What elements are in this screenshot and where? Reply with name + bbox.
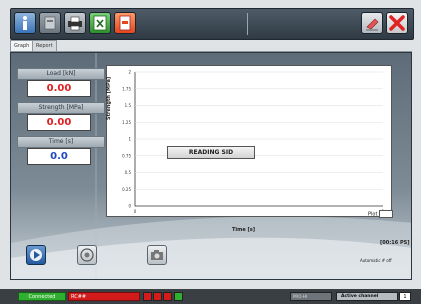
eraser-icon bbox=[366, 18, 379, 31]
info-icon bbox=[23, 16, 27, 30]
zero-button[interactable] bbox=[77, 245, 97, 265]
alert-message: RC## bbox=[68, 292, 140, 301]
stop-icon bbox=[153, 292, 162, 301]
start-test-button[interactable] bbox=[26, 245, 46, 265]
time-value: 0.0 bbox=[27, 148, 91, 165]
plot-label: Plot bbox=[368, 211, 378, 218]
chart-plot-area: 21.751.51.2510.750.50.25001 bbox=[122, 70, 385, 215]
snapshot-button[interactable] bbox=[147, 245, 167, 265]
connection-status: Connected bbox=[18, 292, 66, 301]
camera-icon bbox=[151, 250, 163, 260]
application-window: Graph Report Load [kN] 0.00 Strength [MP… bbox=[0, 0, 421, 304]
y-tick-label: 0.5 bbox=[125, 170, 132, 175]
readout-panel: Load [kN] 0.00 Strength [MPa] 0.00 Time … bbox=[17, 63, 105, 239]
alert-icon bbox=[143, 292, 152, 301]
reading-status-banner: READING SID bbox=[167, 146, 255, 159]
print-button[interactable] bbox=[64, 12, 86, 34]
export-excel-button[interactable] bbox=[89, 12, 111, 34]
y-tick-label: 0.75 bbox=[122, 153, 131, 158]
device-field: PRO-HI bbox=[290, 292, 332, 301]
load-label: Load [kN] bbox=[17, 68, 105, 80]
plot-checkbox[interactable] bbox=[379, 210, 394, 218]
play-icon bbox=[30, 249, 42, 261]
y-tick-label: 0 bbox=[128, 204, 131, 209]
y-tick-label: 1 bbox=[128, 137, 131, 142]
target-icon bbox=[80, 248, 94, 262]
load-value: 0.00 bbox=[27, 80, 91, 97]
main-panel: Load [kN] 0.00 Strength [MPa] 0.00 Time … bbox=[10, 52, 412, 280]
y-axis-title: Strength [MPa] bbox=[106, 76, 112, 120]
y-tick-label: 2 bbox=[128, 70, 131, 75]
close-icon bbox=[389, 15, 405, 31]
y-tick-label: 1.75 bbox=[122, 86, 131, 91]
x-tick-label: 0 bbox=[134, 209, 137, 214]
peak-readout: [00:16 PS] bbox=[380, 240, 410, 246]
toolbar bbox=[10, 8, 414, 40]
auto-mode-readout: Automatic # off bbox=[360, 258, 392, 263]
toolbar-divider bbox=[247, 13, 248, 35]
time-label: Time [s] bbox=[17, 136, 105, 148]
strength-label: Strength [MPa] bbox=[17, 102, 105, 114]
y-tick-label: 1.5 bbox=[125, 103, 132, 108]
printer-icon bbox=[68, 16, 82, 31]
excel-icon bbox=[93, 15, 107, 31]
x-axis-title: Time [s] bbox=[232, 227, 256, 233]
plot-toggle[interactable]: Plot bbox=[368, 210, 394, 218]
close-button[interactable] bbox=[386, 12, 408, 34]
export-pdf-button[interactable] bbox=[114, 12, 136, 34]
settings-button[interactable] bbox=[39, 12, 61, 34]
y-tick-label: 0.25 bbox=[122, 187, 131, 192]
warning-icon bbox=[163, 292, 172, 301]
info-button[interactable] bbox=[14, 12, 36, 34]
tool-icon bbox=[44, 16, 56, 30]
pdf-icon bbox=[119, 15, 131, 31]
active-channel-label: Active channel bbox=[336, 292, 398, 301]
strength-value: 0.00 bbox=[27, 114, 91, 131]
status-bar: Connected RC## PRO-HI Active channel 1 bbox=[0, 289, 421, 304]
strength-time-chart: 21.751.51.2510.750.50.25001 bbox=[106, 65, 392, 217]
ok-icon bbox=[174, 292, 183, 301]
y-tick-label: 1.25 bbox=[122, 120, 131, 125]
clear-button[interactable] bbox=[361, 12, 383, 34]
active-channel-value[interactable]: 1 bbox=[399, 292, 411, 301]
